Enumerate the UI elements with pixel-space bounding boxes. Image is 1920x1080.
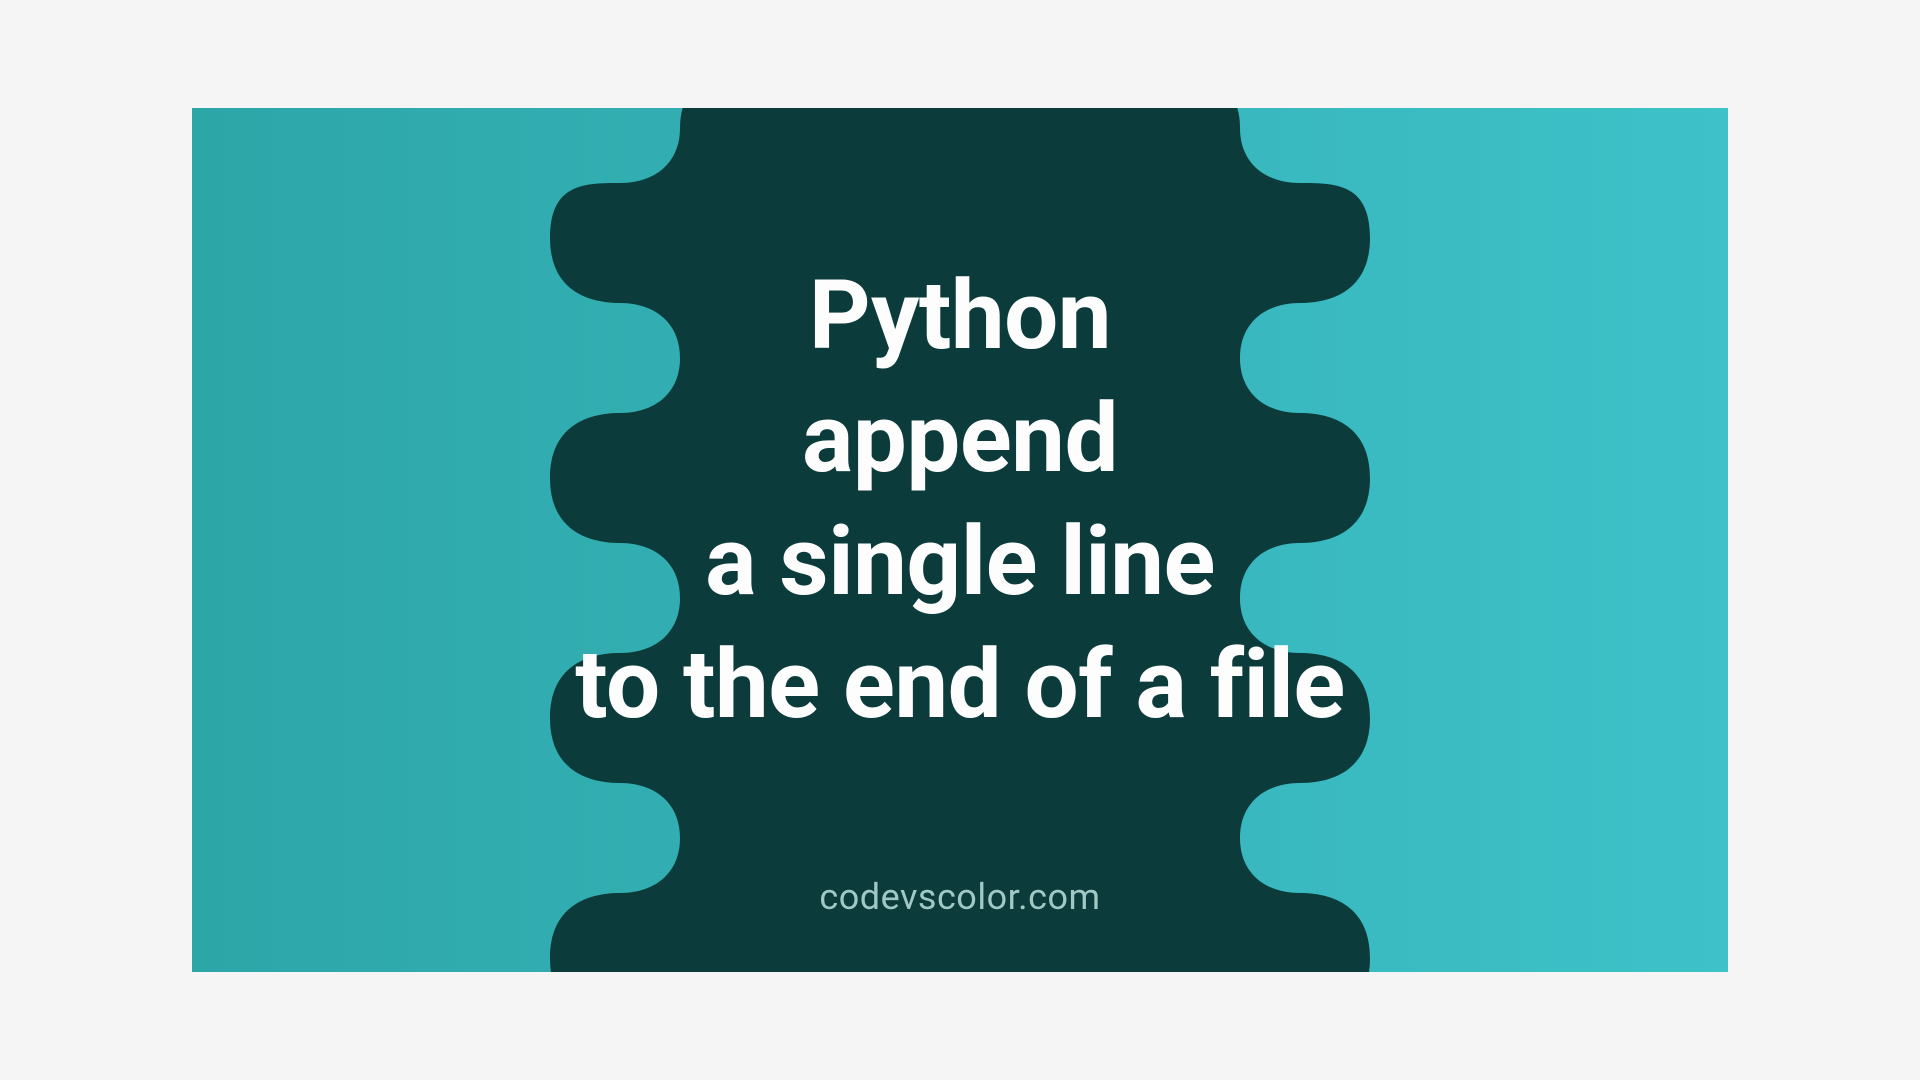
title-line-2: append (192, 378, 1728, 501)
graphic-card: Python append a single line to the end o… (192, 108, 1728, 972)
watermark: codevscolor.com (819, 876, 1100, 918)
title-line-3: a single line (192, 501, 1728, 624)
title-block: Python append a single line to the end o… (192, 255, 1728, 747)
title-line-1: Python (192, 255, 1728, 378)
title-line-4: to the end of a file (192, 624, 1728, 747)
